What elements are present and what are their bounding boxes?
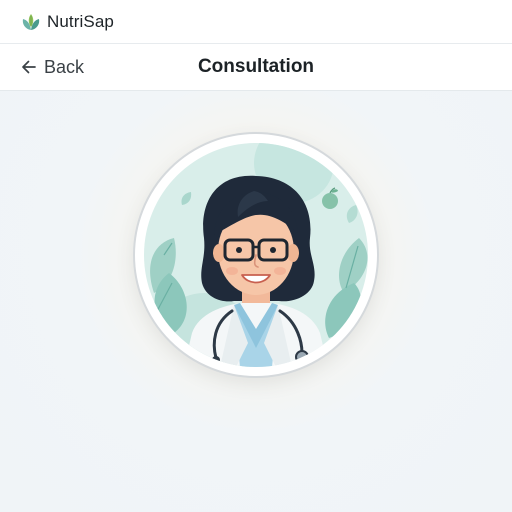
app-name: NutriSap [47,12,114,31]
navigation-bar: Back Consultation [0,44,512,91]
consultant-avatar[interactable] [133,132,379,378]
brand[interactable]: NutriSap [20,11,114,33]
app-header: NutriSap [0,0,512,44]
leaf-logo-icon [22,14,40,30]
doctor-avatar-illustration [144,143,368,367]
page-title: Consultation [197,56,315,77]
